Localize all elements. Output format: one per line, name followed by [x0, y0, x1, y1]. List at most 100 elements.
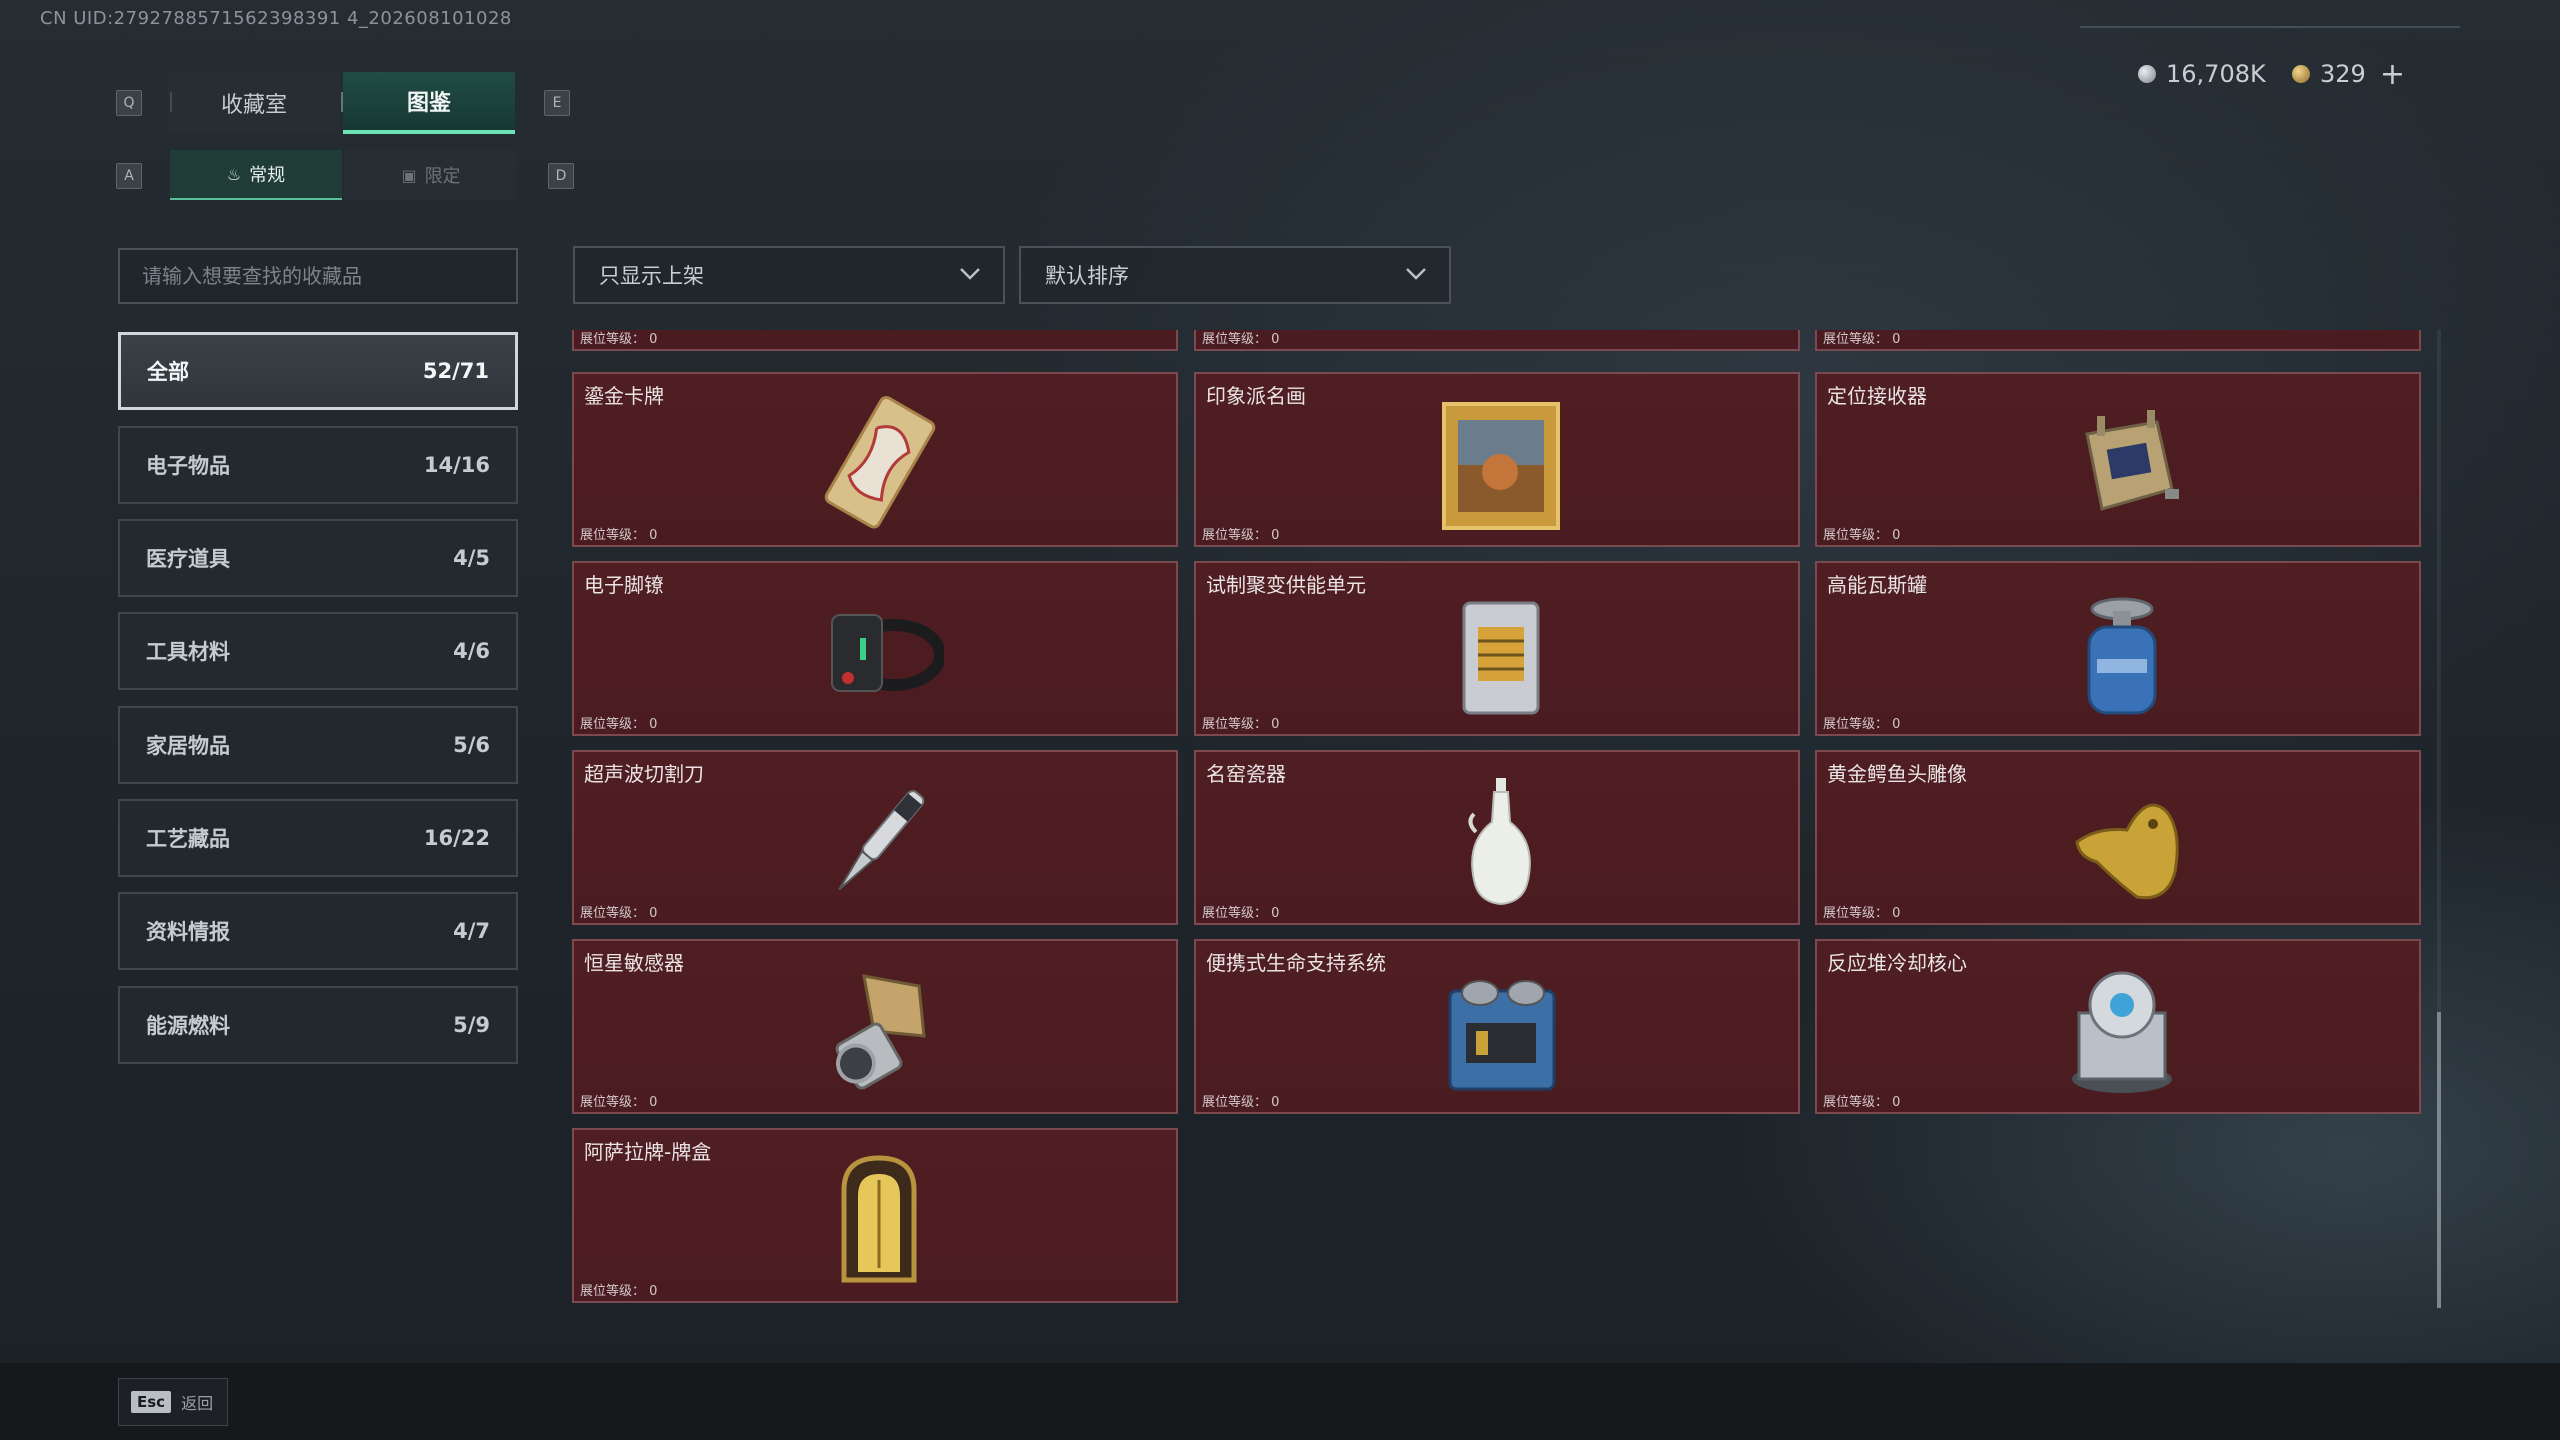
- receiver-device-icon: [2085, 410, 2179, 511]
- category-count: 52/71: [422, 359, 489, 383]
- category-intel[interactable]: 资料情报 4/7: [118, 892, 518, 970]
- item-card[interactable]: 试制聚变供能单元 展位等级： 0: [1194, 561, 1800, 736]
- item-name: 试制聚变供能单元: [1206, 573, 1366, 597]
- category-label: 能源燃料: [146, 1014, 230, 1038]
- key-q-hint: Q: [116, 90, 142, 116]
- item-name: 名窑瓷器: [1206, 762, 1286, 786]
- life-support-icon: [1448, 980, 1556, 1091]
- category-crafts[interactable]: 工艺藏品 16/22: [118, 799, 518, 877]
- booth-level: 展位等级： 0: [1823, 332, 1901, 347]
- booth-level: 展位等级： 0: [1202, 528, 1280, 543]
- shelf-filter-value: 只显示上架: [599, 264, 704, 288]
- category-label: 全部: [147, 360, 189, 384]
- category-label: 家居物品: [146, 734, 230, 758]
- booth-level: 展位等级： 0: [1823, 906, 1901, 921]
- ultrasonic-knife-icon: [838, 790, 925, 891]
- shelf-filter-dropdown[interactable]: 只显示上架: [573, 246, 1005, 304]
- category-household[interactable]: 家居物品 5/6: [118, 706, 518, 784]
- key-a-hint: A: [116, 163, 142, 189]
- category-count: 5/6: [453, 733, 490, 757]
- silver-currency: 16,708K: [2138, 54, 2266, 94]
- sort-dropdown[interactable]: 默认排序: [1019, 246, 1451, 304]
- bottle-icon: ♨: [226, 164, 242, 184]
- image-icon: ▣: [401, 165, 417, 185]
- key-d-hint: D: [548, 163, 574, 189]
- category-medical[interactable]: 医疗道具 4/5: [118, 519, 518, 597]
- item-card[interactable]: 黄金鳄鱼头雕像 展位等级： 0: [1815, 750, 2421, 925]
- category-count: 16/22: [423, 826, 490, 850]
- category-energy[interactable]: 能源燃料 5/9: [118, 986, 518, 1064]
- item-name: 高能瓦斯罐: [1827, 573, 1927, 597]
- item-name: 定位接收器: [1827, 384, 1927, 408]
- category-label: 工艺藏品: [146, 827, 230, 851]
- item-card[interactable]: 反应堆冷却核心 展位等级： 0: [1815, 939, 2421, 1114]
- reactor-core-icon: [2072, 971, 2172, 1093]
- gold-coin-icon: [2292, 65, 2310, 83]
- top-divider: [2080, 26, 2460, 28]
- item-name: 恒星敏感器: [584, 951, 684, 975]
- subtab-regular[interactable]: ♨ 常规: [170, 150, 342, 200]
- tab-collection-room[interactable]: 收藏室: [168, 72, 340, 134]
- category-electronics[interactable]: 电子物品 14/16: [118, 426, 518, 504]
- item-name: 黄金鳄鱼头雕像: [1827, 762, 1967, 786]
- item-name: 便携式生命支持系统: [1206, 951, 1386, 975]
- subtab-limited-label: 限定: [424, 166, 461, 187]
- category-count: 14/16: [423, 453, 490, 477]
- category-label: 电子物品: [146, 454, 230, 478]
- category-tools[interactable]: 工具材料 4/6: [118, 612, 518, 690]
- item-card[interactable]: 恒星敏感器 展位等级： 0: [572, 939, 1178, 1114]
- silver-coin-icon: [2138, 65, 2156, 83]
- booth-level: 展位等级： 0: [580, 717, 658, 732]
- search-box[interactable]: [118, 248, 518, 304]
- fusion-unit-icon: [1462, 601, 1540, 715]
- subtab-limited[interactable]: ▣ 限定: [345, 150, 517, 200]
- ankle-monitor-icon: [831, 614, 944, 692]
- booth-level: 展位等级： 0: [580, 1284, 658, 1299]
- chevron-down-icon: [960, 268, 980, 280]
- booth-level: 展位等级： 0: [1823, 528, 1901, 543]
- item-card[interactable]: 名窑瓷器 展位等级： 0: [1194, 750, 1800, 925]
- item-card[interactable]: 鎏金卡牌 展位等级： 0: [572, 372, 1178, 547]
- item-name: 印象派名画: [1206, 384, 1306, 408]
- booth-level: 展位等级： 0: [1202, 332, 1280, 347]
- booth-level: 展位等级： 0: [580, 528, 658, 543]
- sort-value: 默认排序: [1045, 264, 1129, 288]
- item-name: 鎏金卡牌: [584, 384, 664, 408]
- item-name: 阿萨拉牌-牌盒: [584, 1140, 712, 1164]
- framed-painting-icon: [1442, 402, 1560, 530]
- item-card[interactable]: 超声波切割刀 展位等级： 0: [572, 750, 1178, 925]
- booth-level: 展位等级： 0: [580, 906, 658, 921]
- gold-currency: 329 +: [2292, 54, 2405, 94]
- item-name: 反应堆冷却核心: [1827, 951, 1967, 975]
- key-e-hint: E: [544, 90, 570, 116]
- item-card[interactable]: 印象派名画 展位等级： 0: [1194, 372, 1800, 547]
- silver-amount: 16,708K: [2166, 60, 2266, 88]
- category-label: 医疗道具: [146, 547, 230, 571]
- booth-level: 展位等级： 0: [580, 332, 658, 347]
- uid-label: CN UID:2792788571562398391 4_20260810102…: [40, 8, 512, 29]
- gold-crocodile-head-icon: [2075, 803, 2179, 900]
- item-card[interactable]: 便携式生命支持系统 展位等级： 0: [1194, 939, 1800, 1114]
- item-card-partial[interactable]: 展位等级： 0: [1194, 330, 1800, 351]
- booth-level: 展位等级： 0: [1823, 1095, 1901, 1110]
- star-sensor-icon: [835, 974, 926, 1090]
- item-card-partial[interactable]: 展位等级： 0: [1815, 330, 2421, 351]
- item-card[interactable]: 电子脚镣 展位等级： 0: [572, 561, 1178, 736]
- item-name: 电子脚镣: [584, 573, 664, 597]
- item-card[interactable]: 阿萨拉牌-牌盒 展位等级： 0: [572, 1128, 1178, 1303]
- grid-scrollbar-thumb[interactable]: [2437, 1012, 2441, 1308]
- category-count: 4/7: [453, 919, 490, 943]
- item-card[interactable]: 定位接收器 展位等级： 0: [1815, 372, 2421, 547]
- back-button[interactable]: Esc 返回: [118, 1378, 228, 1426]
- search-input[interactable]: [140, 263, 504, 289]
- item-card-partial[interactable]: 展位等级： 0: [572, 330, 1178, 351]
- category-all[interactable]: 全部 52/71: [118, 332, 518, 410]
- booth-level: 展位等级： 0: [1202, 1095, 1280, 1110]
- back-label: 返回: [181, 1394, 214, 1413]
- item-card[interactable]: 高能瓦斯罐 展位等级： 0: [1815, 561, 2421, 736]
- tab-catalog[interactable]: 图鉴: [343, 72, 515, 134]
- category-count: 5/9: [453, 1013, 490, 1037]
- booth-level: 展位等级： 0: [580, 1095, 658, 1110]
- add-currency-button[interactable]: +: [2380, 57, 2405, 92]
- category-label: 资料情报: [146, 920, 230, 944]
